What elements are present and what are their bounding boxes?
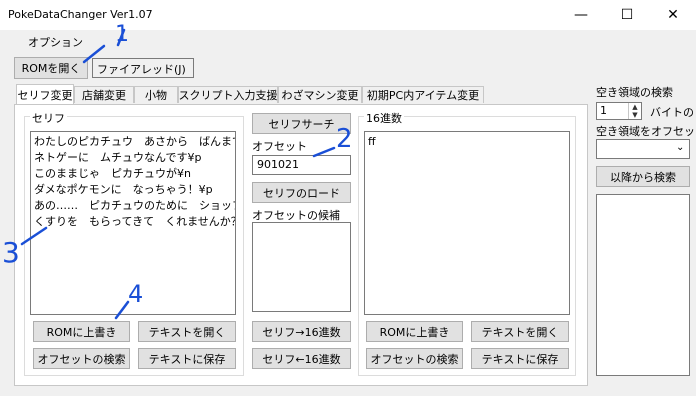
annotation-layer xyxy=(20,28,336,320)
annotation-arrow-2 xyxy=(312,146,336,158)
annotation-arrow-3 xyxy=(20,226,48,246)
annotation-4: 4 xyxy=(128,280,144,308)
annotation-arrow-1 xyxy=(82,44,106,64)
annotation-2: 2 xyxy=(336,124,353,154)
annotation-arrow-4 xyxy=(114,300,130,320)
annotation-1: 1 xyxy=(115,22,129,47)
annotation-3: 3 xyxy=(2,236,20,269)
